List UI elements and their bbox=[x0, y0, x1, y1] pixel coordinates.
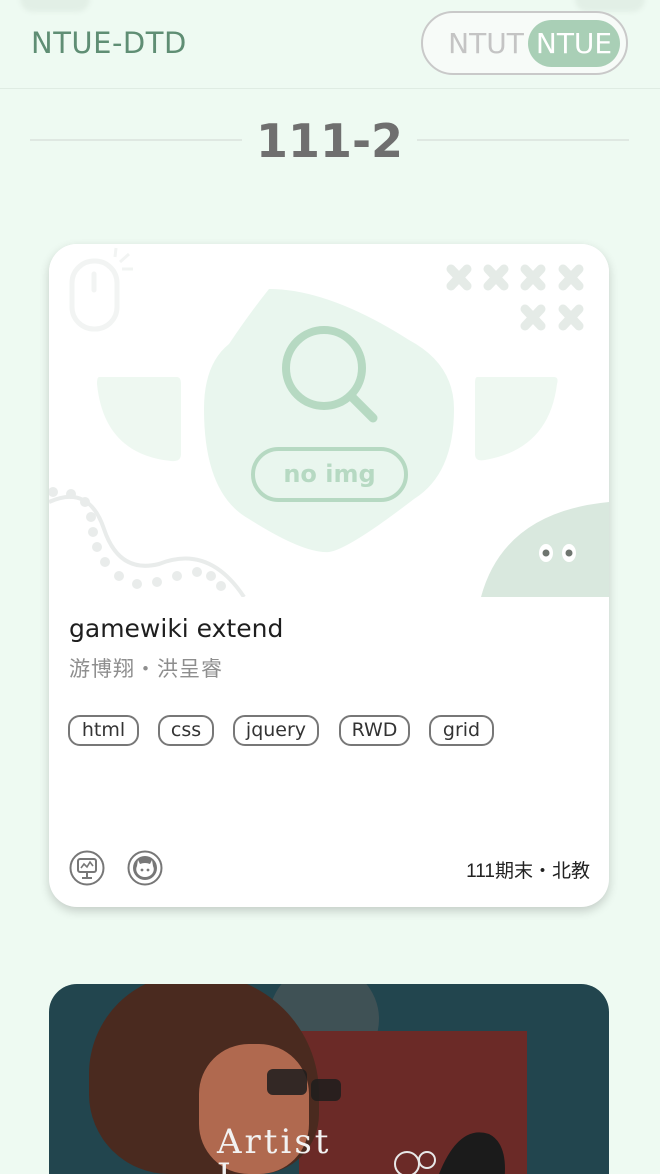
header: NTUE-DTD NTUT NTUE bbox=[0, 0, 660, 89]
section-divider-left bbox=[30, 139, 242, 141]
card-placeholder-image[interactable]: no img bbox=[49, 244, 609, 597]
section-title: 111-2 bbox=[255, 114, 404, 168]
cross-pattern-icon bbox=[446, 264, 584, 331]
card-title[interactable]: gamewiki extend bbox=[69, 614, 283, 643]
github-icon[interactable] bbox=[127, 850, 163, 886]
tag[interactable]: grid bbox=[429, 715, 494, 746]
artwork-title-line2: J bbox=[217, 1156, 231, 1174]
mouse-icon bbox=[69, 247, 133, 332]
project-card[interactable]: no img gamewiki extend 游博翔・洪呈睿 html css … bbox=[49, 244, 609, 907]
artwork-title: Artist bbox=[217, 1122, 332, 1162]
tag[interactable]: css bbox=[158, 715, 214, 746]
card-authors: 游博翔・洪呈睿 bbox=[69, 658, 223, 681]
site-logo[interactable]: NTUE-DTD bbox=[31, 26, 187, 60]
toggle-option-ntue[interactable]: NTUE bbox=[528, 20, 620, 67]
section-divider-right bbox=[417, 139, 629, 141]
tag[interactable]: jquery bbox=[233, 715, 319, 746]
card-meta: 111期末・北教 bbox=[466, 861, 590, 882]
decor-blob bbox=[20, 0, 90, 12]
toggle-option-ntut[interactable]: NTUT bbox=[437, 20, 535, 67]
no-img-label: no img bbox=[283, 460, 376, 488]
project-card-artwork[interactable]: Artist J bbox=[49, 984, 609, 1174]
placeholder-illustration bbox=[49, 247, 609, 597]
school-toggle[interactable]: NTUT NTUE bbox=[421, 11, 628, 75]
demo-monitor-icon[interactable] bbox=[69, 850, 105, 886]
tag[interactable]: html bbox=[68, 715, 139, 746]
tag[interactable]: RWD bbox=[339, 715, 410, 746]
